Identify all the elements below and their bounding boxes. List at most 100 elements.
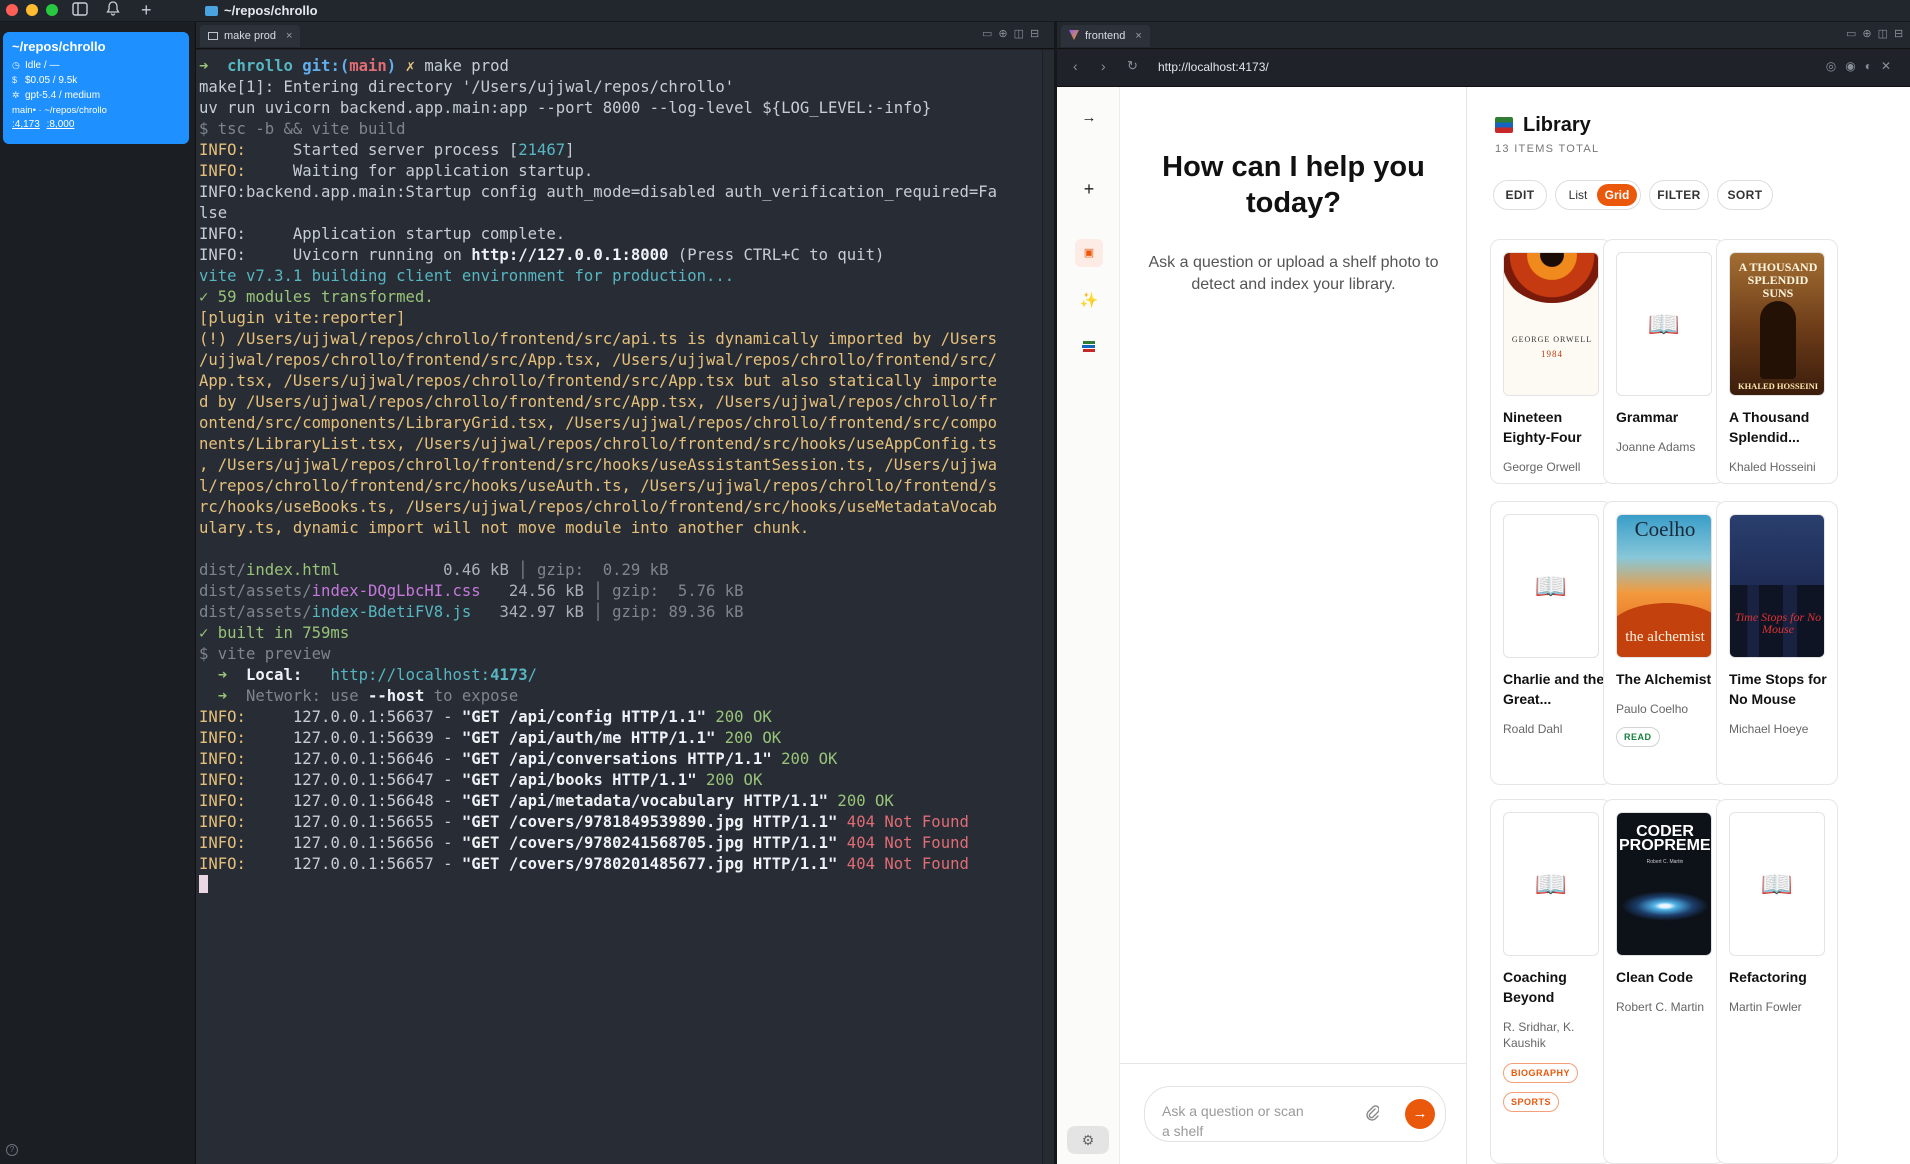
book-author: Khaled Hosseini — [1729, 460, 1816, 474]
close-tab-icon[interactable]: × — [286, 30, 292, 42]
terminal-icon — [208, 32, 218, 40]
workspace-ports: :4,173 :8,000 — [12, 118, 180, 132]
cover-author: Coelho — [1634, 517, 1696, 541]
browser-split-icon[interactable]: ▭ — [1846, 28, 1862, 40]
close-tab-icon[interactable]: × — [1135, 30, 1141, 42]
terminal-line: INFO:backend.app.main:Startup config aut… — [199, 183, 997, 201]
book-cover: 📖 — [1503, 812, 1599, 956]
port-link-8000[interactable]: :8,000 — [47, 119, 75, 130]
top-bar: + ~/repos/chrollo — [0, 0, 1910, 22]
reload-icon[interactable]: ↻ — [1127, 58, 1138, 74]
chat-input[interactable]: Ask a question or scan a shelf → — [1144, 1086, 1446, 1142]
url-field[interactable]: http://localhost:4173/ — [1158, 60, 1269, 74]
terminal-warning-line: , /Users/ujjwal/repos/chrollo/frontend/s… — [199, 456, 997, 474]
clock-icon: ◷ — [12, 60, 20, 70]
split-horizontal-icon[interactable]: ⊟ — [1894, 28, 1909, 40]
paperclip-icon[interactable] — [1365, 1104, 1380, 1126]
book-cover: Coelho the alchemist — [1616, 514, 1712, 658]
bell-icon[interactable] — [106, 1, 120, 21]
browser-split-icon[interactable]: ▭ — [982, 28, 998, 40]
help-icon[interactable]: ? — [6, 1144, 18, 1156]
book-card[interactable]: 📖 Coaching Beyond R. Sridhar, K. Kaushik BI… — [1490, 799, 1612, 1164]
book-card[interactable]: 📖 Refactoring Martin Fowler — [1716, 799, 1838, 1164]
filter-button[interactable]: FILTER — [1649, 180, 1709, 210]
terminal-line: INFO: Uvicorn running on http://127.0.0.… — [199, 246, 885, 264]
terminal-warning-line: nents/LibraryList.tsx, /Users/ujjwal/rep… — [199, 435, 997, 453]
split-horizontal-icon[interactable]: ⊟ — [1030, 28, 1045, 40]
terminal-line: $ tsc -b && vite build — [199, 120, 406, 138]
book-title: A Thousand Splendid... — [1729, 409, 1810, 445]
pane-controls: ▭⊕◫⊟ — [1846, 27, 1909, 40]
devtools-icon[interactable]: ◎ — [1826, 59, 1845, 73]
cover-title: CODER PROPREMENT — [1619, 823, 1711, 854]
new-tab-plus-icon[interactable]: + — [141, 1, 152, 20]
chat-panel: How can I help you today? Ask a question… — [1120, 87, 1467, 1164]
figure-illustration — [1760, 301, 1796, 379]
back-icon[interactable]: ‹ — [1073, 58, 1078, 74]
split-vertical-icon[interactable]: ◫ — [1014, 28, 1030, 40]
book-author: George Orwell — [1503, 460, 1581, 474]
tools-icon[interactable]: ✕ — [1881, 59, 1900, 73]
tag-badge: BIOGRAPHY — [1503, 1063, 1579, 1083]
book-author: Martin Fowler — [1729, 1000, 1802, 1014]
view-list-button[interactable]: List — [1562, 184, 1594, 206]
request-log-line: INFO: 127.0.0.1:56655 - "GET /covers/978… — [199, 813, 969, 831]
sparkles-icon[interactable]: ✨ — [1075, 287, 1103, 315]
pane-controls: ▭⊕◫⊟ — [982, 27, 1045, 40]
vite-logo-icon — [1069, 30, 1079, 40]
cover-title: Time Stops for No Mouse — [1734, 610, 1822, 636]
workspace-branch: main• · ~/repos/chrollo — [12, 105, 107, 116]
request-log-line: INFO: 127.0.0.1:56639 - "GET /api/auth/m… — [199, 729, 782, 747]
book-tags: READ — [1616, 727, 1721, 756]
terminal-cursor — [199, 875, 208, 893]
tab-make-prod[interactable]: make prod × — [200, 25, 301, 47]
forward-icon[interactable]: › — [1101, 58, 1106, 74]
book-title: Coaching Beyond — [1503, 969, 1567, 1005]
chat-nav-icon[interactable]: ▣ — [1075, 239, 1103, 267]
terminal-output[interactable]: ➜ chrollo git:(main) ✗ make prod make[1]… — [196, 50, 1042, 1164]
edit-button[interactable]: EDIT — [1493, 180, 1547, 210]
book-card[interactable]: 📖 Grammar Joanne Adams — [1603, 239, 1725, 484]
terminal-scrollbar[interactable] — [1042, 50, 1054, 1164]
model-icon: ✲ — [12, 90, 20, 100]
profile-icon[interactable]: ◉ — [1845, 59, 1864, 73]
book-card[interactable]: Time Stops for No Mouse Time Stops for No… — [1716, 501, 1838, 785]
new-chat-plus-icon[interactable]: + — [1075, 175, 1103, 203]
tag-badge: SPORTS — [1503, 1092, 1560, 1112]
book-card[interactable]: Coelho the alchemist The Alchemist Paulo Co… — [1603, 501, 1725, 785]
zoom-window-button[interactable] — [46, 4, 58, 16]
split-vertical-icon[interactable]: ◫ — [1878, 28, 1894, 40]
sidebar-toggle-icon[interactable] — [72, 1, 88, 21]
arrow-right-icon: → — [1412, 1105, 1428, 1122]
minimize-window-button[interactable] — [26, 4, 38, 16]
terminal-warning-line: ontend/src/components/LibraryGrid.tsx, /… — [199, 414, 997, 432]
folder-icon — [205, 6, 218, 16]
settings-button[interactable]: ⚙ — [1067, 1126, 1109, 1154]
port-link-4173[interactable]: :4,173 — [12, 119, 40, 130]
close-window-button[interactable] — [6, 4, 18, 16]
chat-subtext: Ask a question or upload a shelf photo t… — [1148, 254, 1439, 293]
book-author: Robert C. Martin — [1616, 1000, 1705, 1014]
workspace-card[interactable]: ~/repos/chrollo ◷ Idle / — $ $0.05 / 9.5k … — [3, 32, 189, 144]
sort-button[interactable]: SORT — [1717, 180, 1773, 210]
books-nav-icon[interactable] — [1075, 335, 1103, 363]
globe-icon[interactable]: ⊕ — [1862, 28, 1877, 40]
workspace-cost: $ $0.05 / 9.5k — [12, 75, 78, 86]
workspace-status: ◷ Idle / — — [12, 60, 60, 71]
dist-row: dist/assets/index-BdetiFV8.js 342.97 kB … — [199, 603, 744, 621]
collapse-arrow-icon[interactable]: → — [1075, 104, 1103, 132]
book-card[interactable]: A THOUSAND SPLENDID SUNS KHALED HOSSEINI A… — [1716, 239, 1838, 484]
cover-title: A THOUSAND SPLENDID SUNS — [1738, 260, 1818, 300]
book-cover: Time Stops for No Mouse — [1729, 514, 1825, 658]
tab-frontend[interactable]: frontend × — [1061, 25, 1150, 47]
contrast-icon[interactable]: ◐ — [1865, 59, 1881, 73]
book-card[interactable]: CODER PROPREMENT Robert C. Martin Clean Co… — [1603, 799, 1725, 1164]
view-grid-button[interactable]: Grid — [1597, 184, 1637, 206]
terminal-warning-line: ulary.ts, dynamic import will not move m… — [199, 519, 810, 537]
book-cover: 📖 — [1729, 812, 1825, 956]
book-card[interactable]: GEORGE ORWELL 1984 Nineteen Eighty-Four Geo… — [1490, 239, 1612, 484]
globe-icon[interactable]: ⊕ — [998, 28, 1013, 40]
send-button[interactable]: → — [1405, 1099, 1435, 1129]
eye-illustration — [1504, 253, 1598, 303]
book-card[interactable]: 📖 Charlie and the Great... Roald Dahl — [1490, 501, 1612, 785]
